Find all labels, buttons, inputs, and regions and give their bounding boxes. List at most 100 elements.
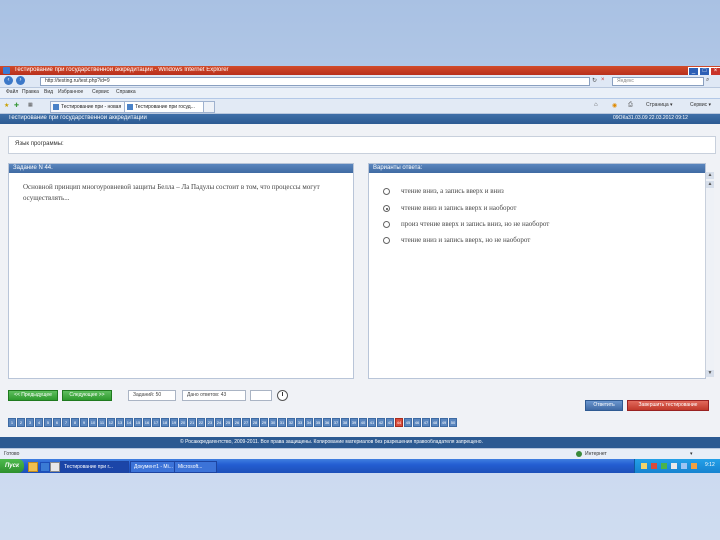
question-number-button[interactable]: 41 — [368, 418, 376, 427]
add-favorites-icon[interactable]: ✚ — [14, 102, 19, 109]
question-number-button[interactable]: 32 — [287, 418, 295, 427]
question-number-button[interactable]: 42 — [377, 418, 385, 427]
search-input[interactable]: Яндекс — [612, 77, 704, 86]
question-number-button[interactable]: 1 — [8, 418, 16, 427]
question-number-button[interactable]: 6 — [53, 418, 61, 427]
question-number-button[interactable]: 4 — [35, 418, 43, 427]
question-number-button[interactable]: 45 — [404, 418, 412, 427]
taskbar-item-app[interactable]: Microsoft... — [174, 461, 217, 473]
tab-list-icon[interactable]: ▦ — [28, 102, 33, 108]
question-number-button[interactable]: 31 — [278, 418, 286, 427]
question-number-button[interactable]: 27 — [242, 418, 250, 427]
menu-view[interactable]: Вид — [44, 89, 53, 95]
feeds-icon[interactable]: ◉ — [612, 102, 617, 109]
quicklaunch-ie-icon[interactable] — [40, 462, 50, 472]
menu-help[interactable]: Справка — [116, 89, 136, 95]
quicklaunch-desktop-icon[interactable] — [50, 462, 60, 472]
question-number-button[interactable]: 24 — [215, 418, 223, 427]
question-number-button[interactable]: 22 — [197, 418, 205, 427]
previous-button[interactable]: << Предыдущее — [8, 390, 58, 401]
taskbar-item-word[interactable]: Документ1 - Mi... — [130, 461, 175, 473]
favorites-star-icon[interactable]: ★ — [4, 102, 9, 109]
question-number-button[interactable]: 21 — [188, 418, 196, 427]
window-title-bar[interactable]: Тестирование при государственной аккреди… — [0, 66, 720, 76]
question-number-button[interactable]: 9 — [80, 418, 88, 427]
taskbar-item-browser[interactable]: Тестирование при г... — [60, 461, 129, 473]
question-number-button[interactable]: 35 — [314, 418, 322, 427]
question-number-button[interactable]: 38 — [341, 418, 349, 427]
answer-button[interactable]: Ответить — [585, 400, 623, 411]
question-number-button[interactable]: 16 — [143, 418, 151, 427]
question-number-button[interactable]: 36 — [323, 418, 331, 427]
menu-file[interactable]: Файл — [6, 89, 18, 95]
finish-test-button[interactable]: Завершить тестирование — [627, 400, 709, 411]
page-menu[interactable]: Страница ▾ — [646, 102, 673, 108]
tray-icon[interactable] — [691, 463, 697, 469]
question-number-button[interactable]: 5 — [44, 418, 52, 427]
start-button[interactable]: Пуск — [0, 459, 24, 473]
next-button[interactable]: Следующее >> — [62, 390, 112, 401]
question-number-button[interactable]: 25 — [224, 418, 232, 427]
new-tab-button[interactable] — [203, 101, 215, 113]
forward-icon[interactable]: › — [16, 76, 25, 85]
question-number-button[interactable]: 14 — [125, 418, 133, 427]
question-number-button[interactable]: 46 — [413, 418, 421, 427]
menu-favorites[interactable]: Избранное — [58, 89, 83, 95]
question-number-button[interactable]: 11 — [98, 418, 106, 427]
tab-2[interactable]: Тестирование при госуд... — [124, 101, 206, 113]
scroll-up-icon[interactable]: ▲ — [706, 172, 714, 179]
menu-edit[interactable]: Правка — [22, 89, 39, 95]
zoom-control[interactable]: ▾ — [690, 451, 693, 457]
quicklaunch-folder-icon[interactable] — [28, 462, 38, 472]
radio-button[interactable] — [383, 237, 390, 244]
question-number-button[interactable]: 26 — [233, 418, 241, 427]
tray-icon[interactable] — [651, 463, 657, 469]
question-number-button[interactable]: 12 — [107, 418, 115, 427]
question-number-button[interactable]: 17 — [152, 418, 160, 427]
question-number-button[interactable]: 19 — [170, 418, 178, 427]
question-number-button[interactable]: 13 — [116, 418, 124, 427]
print-icon[interactable]: ⎙ — [628, 102, 633, 109]
question-number-button[interactable]: 33 — [296, 418, 304, 427]
address-bar[interactable]: http://testing.ru/test.php?id=9 — [40, 77, 590, 86]
radio-button-selected[interactable] — [383, 205, 390, 212]
question-number-button[interactable]: 34 — [305, 418, 313, 427]
radio-button[interactable] — [383, 221, 390, 228]
refresh-icon[interactable]: ↻ — [592, 77, 597, 84]
question-number-button[interactable]: 44 — [395, 418, 403, 427]
tray-icon[interactable] — [681, 463, 687, 469]
question-number-button[interactable]: 30 — [269, 418, 277, 427]
question-number-button[interactable]: 49 — [440, 418, 448, 427]
tab-1[interactable]: Тестирование при - новая — [50, 101, 128, 113]
scroll-down-icon[interactable]: ▼ — [706, 370, 714, 377]
stop-icon[interactable]: × — [601, 77, 605, 83]
question-number-button[interactable]: 39 — [350, 418, 358, 427]
question-number-button[interactable]: 7 — [62, 418, 70, 427]
scroll-up-icon[interactable]: ▲ — [706, 181, 714, 188]
question-number-button[interactable]: 37 — [332, 418, 340, 427]
tray-icon[interactable] — [641, 463, 647, 469]
question-number-button[interactable]: 20 — [179, 418, 187, 427]
question-number-button[interactable]: 40 — [359, 418, 367, 427]
question-number-button[interactable]: 29 — [260, 418, 268, 427]
tray-icon[interactable] — [671, 463, 677, 469]
tools-menu[interactable]: Сервис ▾ — [690, 102, 711, 108]
question-number-button[interactable]: 48 — [431, 418, 439, 427]
menu-tools[interactable]: Сервис — [92, 89, 109, 95]
search-icon[interactable]: ⌕ — [706, 77, 709, 84]
scrollbar[interactable]: ▲ ▲ ▼ — [705, 172, 714, 377]
back-icon[interactable]: ‹ — [4, 76, 13, 85]
question-number-button[interactable]: 23 — [206, 418, 214, 427]
question-number-button[interactable]: 8 — [71, 418, 79, 427]
question-number-button[interactable]: 43 — [386, 418, 394, 427]
question-number-button[interactable]: 50 — [449, 418, 457, 427]
question-number-button[interactable]: 2 — [17, 418, 25, 427]
question-number-button[interactable]: 47 — [422, 418, 430, 427]
question-number-button[interactable]: 10 — [89, 418, 97, 427]
question-number-button[interactable]: 28 — [251, 418, 259, 427]
question-number-button[interactable]: 3 — [26, 418, 34, 427]
tray-icon[interactable] — [661, 463, 667, 469]
question-number-button[interactable]: 15 — [134, 418, 142, 427]
question-number-button[interactable]: 18 — [161, 418, 169, 427]
radio-button[interactable] — [383, 188, 390, 195]
